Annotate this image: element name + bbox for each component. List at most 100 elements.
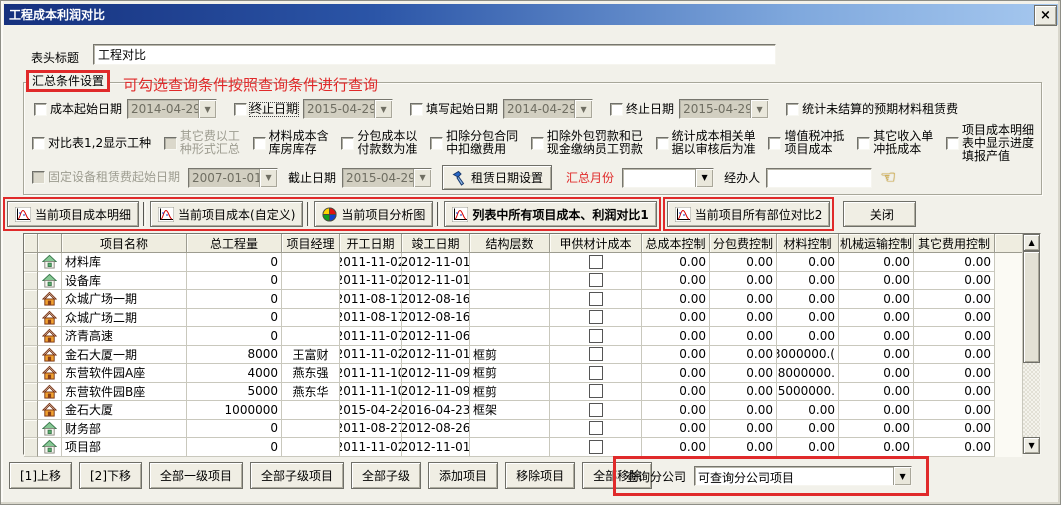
filter1-4-checkbox[interactable] (786, 103, 799, 116)
column-header-11[interactable]: 其它费用控制 (914, 234, 995, 253)
filter1-1-date-combo[interactable]: 2015-04-29▼ (303, 99, 393, 119)
row-selector-cell[interactable] (24, 364, 38, 383)
column-header-10[interactable]: 机械运输控制 (839, 234, 914, 253)
filter1-2-date-combo-dropdown-icon[interactable]: ▼ (574, 100, 592, 118)
toolbar-button-1[interactable]: 当前项目成本(自定义) (150, 201, 303, 227)
column-header-3[interactable]: 开工日期 (340, 234, 402, 253)
table-row[interactable]: 项目部02011-11-022012-11-010.000.000.000.00… (24, 438, 1022, 457)
table-row[interactable]: 东营软件园B座5000燕东华2011-11-102012-11-09框剪0.00… (24, 383, 1022, 402)
table-row[interactable]: 金石大厦一期8000王富财2011-11-022012-11-01框剪0.000… (24, 346, 1022, 365)
supply-material-checkbox[interactable] (589, 292, 603, 306)
row-selector-cell[interactable] (24, 438, 38, 457)
fixed-rent-start-combo[interactable]: 2007-01-01▼ (188, 168, 278, 188)
row-selector-cell[interactable] (24, 290, 38, 309)
toolbar-button-0[interactable]: 当前项目成本明细 (7, 201, 139, 227)
filter2-6-checkbox[interactable] (656, 137, 669, 150)
filter2-0-checkbox[interactable] (32, 137, 45, 150)
supply-material-checkbox[interactable] (589, 384, 603, 398)
branch-query-combobox[interactable]: 可查询分公司项目 ▼ (694, 466, 912, 486)
vertical-scrollbar[interactable]: ▲ ▼ (1022, 234, 1040, 454)
scroll-down-button[interactable]: ▼ (1023, 437, 1040, 454)
supply-material-checkbox[interactable] (589, 255, 603, 269)
column-header-4[interactable]: 竣工日期 (402, 234, 470, 253)
filter1-1-date-combo-dropdown-icon[interactable]: ▼ (374, 100, 392, 118)
row-selector-cell[interactable] (24, 327, 38, 346)
supply-material-checkbox[interactable] (589, 347, 603, 361)
close-button[interactable]: × (1034, 5, 1057, 26)
row-selector-cell[interactable] (24, 309, 38, 328)
filter1-3-date-combo-dropdown-icon[interactable]: ▼ (750, 100, 768, 118)
column-header-0[interactable]: 项目名称 (62, 234, 187, 253)
column-header-1[interactable]: 总工程量 (187, 234, 282, 253)
footer-button-4[interactable]: 全部子级 (351, 462, 421, 489)
footer-button-5[interactable]: 添加项目 (428, 462, 498, 489)
footer-button-1[interactable]: [2]下移 (79, 462, 142, 489)
summary-month-combo-dropdown-icon[interactable]: ▼ (695, 169, 713, 187)
supply-material-checkbox[interactable] (589, 329, 603, 343)
row-selector-cell[interactable] (24, 272, 38, 291)
supply-material-checkbox[interactable] (589, 421, 603, 435)
scroll-up-button[interactable]: ▲ (1023, 234, 1040, 251)
supply-material-checkbox[interactable] (589, 366, 603, 380)
scrollbar-thumb[interactable] (1023, 251, 1040, 363)
filter1-2-date-combo[interactable]: 2014-04-29▼ (503, 99, 593, 119)
toolbar-button-4[interactable]: 当前项目所有部位对比2 (667, 201, 831, 227)
fixed-rent-end-combo[interactable]: 2015-04-29▼ (342, 168, 432, 188)
branch-dropdown-icon[interactable]: ▼ (893, 467, 911, 485)
filter2-7-checkbox[interactable] (768, 137, 781, 150)
filter2-4-checkbox[interactable] (430, 137, 443, 150)
fixed-rent-start-combo-dropdown-icon[interactable]: ▼ (259, 169, 277, 187)
agent-input[interactable] (766, 168, 872, 188)
row-selector-cell[interactable] (24, 346, 38, 365)
footer-button-2[interactable]: 全部一级项目 (149, 462, 243, 489)
filter2-5-checkbox[interactable] (531, 137, 544, 150)
filter1-1-checkbox[interactable] (234, 103, 247, 116)
table-row[interactable]: 金石大厦10000002015-04-242016-04-23框架0.000.0… (24, 401, 1022, 420)
header-title-input[interactable] (93, 44, 776, 65)
filter1-0-date-combo-dropdown-icon[interactable]: ▼ (198, 100, 216, 118)
toolbar-button-2[interactable]: 当前项目分析图 (314, 201, 433, 227)
filter1-2-checkbox[interactable] (410, 103, 423, 116)
filter1-3-checkbox[interactable] (610, 103, 623, 116)
table-row[interactable]: 济青高速02011-11-072012-11-060.000.000.000.0… (24, 327, 1022, 346)
filter2-3-checkbox[interactable] (341, 137, 354, 150)
supply-material-checkbox[interactable] (589, 273, 603, 287)
table-row[interactable]: 众城广场一期02011-08-172012-08-160.000.000.000… (24, 290, 1022, 309)
footer-button-6[interactable]: 移除项目 (505, 462, 575, 489)
table-row[interactable]: 众城广场二期02011-08-172012-08-160.000.000.000… (24, 309, 1022, 328)
filter1-0-checkbox[interactable] (34, 103, 47, 116)
fixed-rent-start-checkbox[interactable] (32, 171, 45, 184)
footer-button-3[interactable]: 全部子级项目 (250, 462, 344, 489)
supply-material-checkbox[interactable] (589, 310, 603, 324)
column-header-5[interactable]: 结构层数 (470, 234, 550, 253)
supply-material-checkbox[interactable] (589, 440, 603, 454)
table-row[interactable]: 材料库02011-11-022012-11-010.000.000.000.00… (24, 253, 1022, 272)
fixed-rent-end-combo-dropdown-icon[interactable]: ▼ (413, 169, 431, 187)
column-header-7[interactable]: 总成本控制 (642, 234, 710, 253)
column-header-8[interactable]: 分包费控制 (710, 234, 777, 253)
cell-material-control: 3000000.( (777, 346, 839, 365)
row-selector-cell[interactable] (24, 383, 38, 402)
filter2-2-checkbox[interactable] (253, 137, 266, 150)
close-dialog-button[interactable]: 关闭 (843, 201, 916, 227)
row-selector-cell[interactable] (24, 401, 38, 420)
scrollbar-track[interactable] (1023, 363, 1040, 437)
table-row[interactable]: 东营软件园A座4000燕东强2011-11-102012-11-09框剪0.00… (24, 364, 1022, 383)
filter1-3-date-combo[interactable]: 2015-04-29▼ (679, 99, 769, 119)
table-row[interactable]: 财务部02011-08-272012-08-260.000.000.000.00… (24, 420, 1022, 439)
filter1-0-date-combo[interactable]: 2014-04-29▼ (127, 99, 217, 119)
footer-button-0[interactable]: [1]上移 (9, 462, 72, 489)
filter2-1-checkbox[interactable] (164, 137, 177, 150)
summary-month-combo[interactable]: ▼ (622, 168, 714, 188)
row-selector-cell[interactable] (24, 420, 38, 439)
table-row[interactable]: 设备库02011-11-022012-11-010.000.000.000.00… (24, 272, 1022, 291)
supply-material-checkbox[interactable] (589, 403, 603, 417)
column-header-2[interactable]: 项目经理 (282, 234, 340, 253)
rent-date-settings-button[interactable]: 租赁日期设置 (442, 165, 552, 190)
column-header-9[interactable]: 材料控制 (777, 234, 839, 253)
column-header-6[interactable]: 甲供材计成本 (550, 234, 642, 253)
filter2-8-checkbox[interactable] (857, 137, 870, 150)
filter2-9-checkbox[interactable] (946, 137, 959, 150)
toolbar-button-3[interactable]: 列表中所有项目成本、利润对比1 (444, 201, 656, 227)
row-selector-cell[interactable] (24, 253, 38, 272)
